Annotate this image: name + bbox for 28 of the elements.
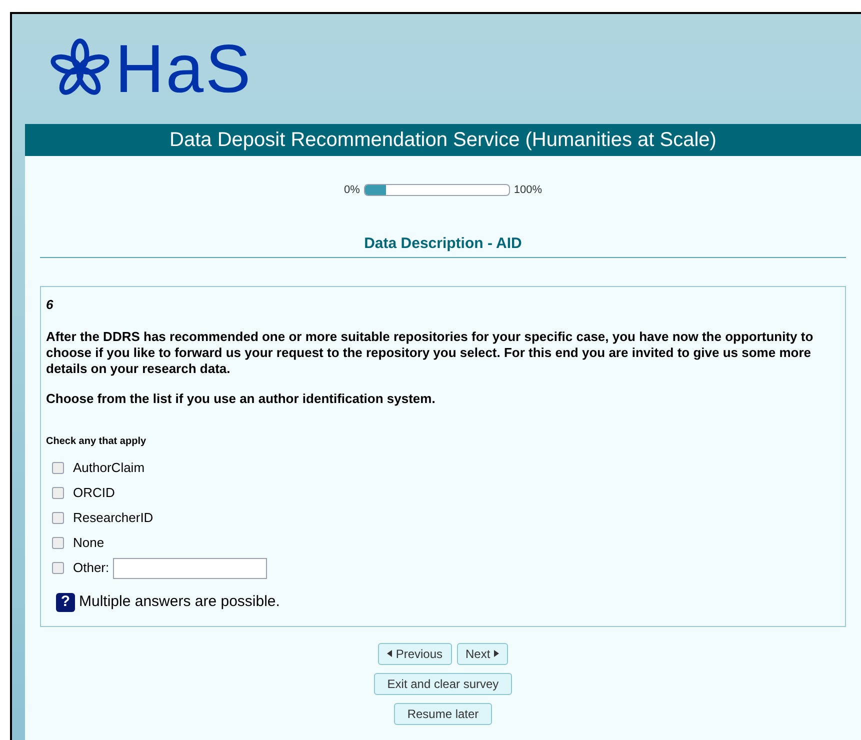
option-label[interactable]: None xyxy=(73,533,104,553)
progress-start-label: 0% xyxy=(344,183,360,198)
section-title: Data Description - AID xyxy=(364,234,522,254)
other-input-field[interactable] xyxy=(113,558,268,578)
help-icon: ? xyxy=(56,592,75,612)
checkbox[interactable] xyxy=(52,512,64,524)
progress-end-label: 100% xyxy=(514,183,542,198)
option-label[interactable]: ORCID xyxy=(73,483,115,503)
option-label[interactable]: Other: xyxy=(73,558,110,578)
resume-later-button[interactable]: Resume later xyxy=(394,702,492,724)
checkbox[interactable] xyxy=(52,462,64,474)
question-prompt: Choose from the list if you use an author identification system. xyxy=(46,390,436,408)
right-triangle-icon xyxy=(494,650,500,657)
logo-text: HaS xyxy=(115,35,252,103)
checkbox[interactable] xyxy=(52,562,64,574)
checkbox[interactable] xyxy=(52,487,64,499)
header-title: Data Deposit Recommendation Service (Humanities at Scale) xyxy=(25,124,861,156)
help-text: Multiple answers are possible. xyxy=(79,592,280,612)
option-label[interactable]: ResearcherID xyxy=(73,508,154,528)
next-button[interactable]: Next xyxy=(456,642,508,664)
left-triangle-icon xyxy=(386,650,392,657)
question-number: 6 xyxy=(46,296,54,314)
previous-button[interactable]: Previous xyxy=(378,642,452,664)
exit-clear-button[interactable]: Exit and clear survey xyxy=(374,672,512,694)
option-label[interactable]: AuthorClaim xyxy=(73,458,145,478)
question-intro: After the DDRS has recommended one or more suitable repositories for your specific case, you have now the opportunity to choose if you like to forward us your request to the repository you select. For this end you are invited to give us some more details on your research data. xyxy=(46,328,814,376)
checkbox[interactable] xyxy=(52,537,64,549)
instruction-text: Check any that apply xyxy=(46,435,148,449)
